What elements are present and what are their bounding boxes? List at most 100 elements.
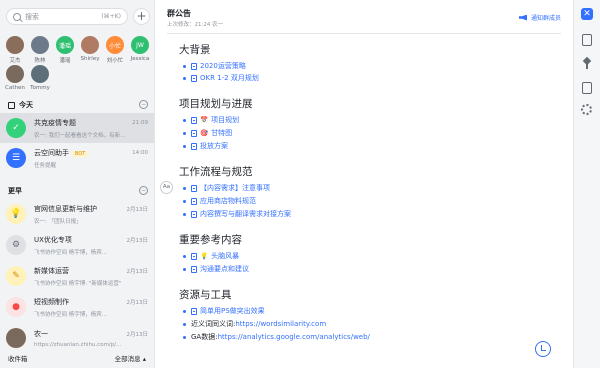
close-icon[interactable]: ✕ <box>581 8 593 20</box>
link-text: OKR 1-2 双月规划 <box>200 74 259 82</box>
avatar <box>6 36 24 54</box>
doc-link[interactable]: 简单用PS做突出效果 <box>183 306 265 316</box>
contact-name: 艾杰 <box>9 58 21 64</box>
contact-name: 刘小忙 <box>106 58 124 64</box>
contact-avatar[interactable]: 潘瑶 潘瑶 <box>54 36 76 64</box>
bullet <box>183 335 186 339</box>
search-input[interactable]: 搜索 (⌘+K) <box>6 8 128 25</box>
bulb-icon: 💡 <box>200 252 209 260</box>
doc-search-icon[interactable] <box>582 34 592 46</box>
doc-link[interactable]: 📅 项目规划 <box>183 115 239 125</box>
collapse-toggle[interactable]: − <box>139 186 148 195</box>
chat-preview: 农一: 「团队日报」 <box>34 218 82 225</box>
doc-icon <box>191 116 197 124</box>
contact-avatar[interactable]: 小忙 刘小忙 <box>104 36 126 64</box>
doc-link[interactable]: 🎯 甘特图 <box>183 128 232 138</box>
bullet <box>183 309 186 313</box>
chat-preview: 飞书协作空间 杨宇博，杨宾... <box>34 311 107 318</box>
doc-link[interactable]: 2020运营策略 <box>183 61 246 71</box>
collapse-toggle[interactable]: − <box>139 100 148 109</box>
bullet <box>183 254 186 258</box>
contact-avatar[interactable]: Tommy <box>29 65 51 91</box>
url-item: GA数据: https://analytics.google.com/analy… <box>183 332 370 342</box>
doc-icon <box>191 307 197 315</box>
doc-icon <box>191 129 197 137</box>
chat-name: 共克疫情专题 <box>34 118 76 127</box>
inbox-icon <box>8 101 15 109</box>
add-button[interactable]: + <box>133 8 150 25</box>
doc-icon <box>191 74 197 82</box>
bot-badge: BOT <box>72 150 89 157</box>
bullet <box>183 144 186 148</box>
chat-time: 21:09 <box>132 119 148 126</box>
bullet <box>183 199 186 203</box>
history-icon[interactable] <box>535 341 551 357</box>
section-heading: 工作流程与规范 <box>179 166 253 178</box>
link-text: 项目规划 <box>211 116 240 124</box>
text-style-button[interactable]: Aa <box>160 181 173 194</box>
doc-link[interactable]: 投放方案 <box>183 141 228 151</box>
chat-preview: 农一: 我们一起看看这个文档，有新... <box>34 132 126 139</box>
calendar-icon[interactable] <box>582 82 592 94</box>
doc-icon <box>191 62 197 70</box>
item-label: GA数据: <box>191 333 218 341</box>
avatar <box>31 65 49 83</box>
calendar-icon: 📅 <box>200 116 209 124</box>
chat-name: 短视频制作 <box>34 297 69 306</box>
avatar <box>6 328 26 348</box>
bullet <box>183 267 186 271</box>
link-text: 【内容需求】注意事项 <box>200 184 270 192</box>
notify-members-button[interactable]: 通知群成员 <box>518 13 561 22</box>
chat-item[interactable]: ⚙ UX优化专项 2月13日 飞书协作空间 杨宇博，杨宾... <box>0 230 154 260</box>
page-title: 群公告 <box>167 9 191 18</box>
chat-item[interactable]: ✎ 新媒体运营 2月13日 飞书协作空间 杨宇博: "新媒体运营" <box>0 261 154 291</box>
url-link[interactable]: https://analytics.google.com/analytics/w… <box>218 333 370 341</box>
app-window: 搜索 (⌘+K) + 艾杰 陈林 潘瑶 潘瑶 Shirley 小忙 刘小忙 JW Je… <box>0 0 600 368</box>
all-messages-filter[interactable]: 全部消息 ▴ <box>115 353 146 363</box>
section-label: 更早 <box>8 187 22 195</box>
doc-link[interactable]: 【内容需求】注意事项 <box>183 183 270 193</box>
contact-avatar[interactable]: 陈林 <box>29 36 51 64</box>
contact-avatar[interactable]: Cathen <box>4 65 26 91</box>
doc-link[interactable]: 💡 头脑风暴 <box>183 251 239 261</box>
doc-link[interactable]: 沟通要点和建议 <box>183 264 249 274</box>
avatar <box>6 65 24 83</box>
megaphone-icon <box>518 14 527 21</box>
inbox-button[interactable]: 收件箱 <box>8 353 28 363</box>
doc-link[interactable]: 内容撰写与翻译需求对接方案 <box>183 209 291 219</box>
link-text: 2020运营策略 <box>200 62 246 70</box>
chat-item[interactable]: 💡 官网信息更新与维护 2月13日 农一: 「团队日报」 <box>0 199 154 229</box>
chat-time: 14:00 <box>132 149 148 156</box>
url-link[interactable]: https://wordsimilarity.com <box>235 320 326 328</box>
section-today[interactable]: 今天 <box>8 100 33 110</box>
pin-icon[interactable] <box>581 58 593 70</box>
chat-name: 官网信息更新与维护 <box>34 204 97 213</box>
bullet <box>183 76 186 80</box>
contact-name: Cathen <box>5 85 25 91</box>
chat-item[interactable]: ✓ 共克疫情专题 21:09 农一: 我们一起看看这个文档，有新... <box>0 113 154 143</box>
chat-item[interactable]: ☰ 云空间助手 BOT 14:00 任务提醒 <box>0 143 154 173</box>
group-avatar: ⚙ <box>6 235 26 255</box>
bullet <box>183 64 186 68</box>
gear-icon[interactable] <box>581 104 592 115</box>
avatar <box>31 36 49 54</box>
contact-avatar[interactable]: 艾杰 <box>4 36 26 64</box>
link-text: 投放方案 <box>200 142 228 150</box>
chat-preview: 飞书协作空间 杨宇博: "新媒体运营" <box>34 280 122 287</box>
doc-link[interactable]: OKR 1-2 双月规划 <box>183 73 259 83</box>
link-text: 应用商店物料规范 <box>200 197 256 205</box>
contact-avatar[interactable]: JW Jessica <box>129 36 151 62</box>
chat-name: 农一 <box>34 329 48 338</box>
chat-time: 2月13日 <box>126 268 149 275</box>
doc-link[interactable]: 应用商店物料规范 <box>183 196 256 206</box>
chat-item[interactable]: ● 短视频制作 2月13日 飞书协作空间 杨宇博，杨宾... <box>0 292 154 322</box>
search-shortcut: (⌘+K) <box>101 13 121 20</box>
bullet <box>183 118 186 122</box>
sidebar-footer: 收件箱 全部消息 ▴ <box>0 348 154 368</box>
section-earlier[interactable]: 更早 <box>8 186 22 196</box>
contact-avatar[interactable]: Shirley <box>79 36 101 62</box>
link-text: 内容撰写与翻译需求对接方案 <box>200 210 291 218</box>
link-text: 沟通要点和建议 <box>200 265 249 273</box>
search-placeholder: 搜索 <box>25 12 39 21</box>
doc-icon <box>191 265 197 273</box>
